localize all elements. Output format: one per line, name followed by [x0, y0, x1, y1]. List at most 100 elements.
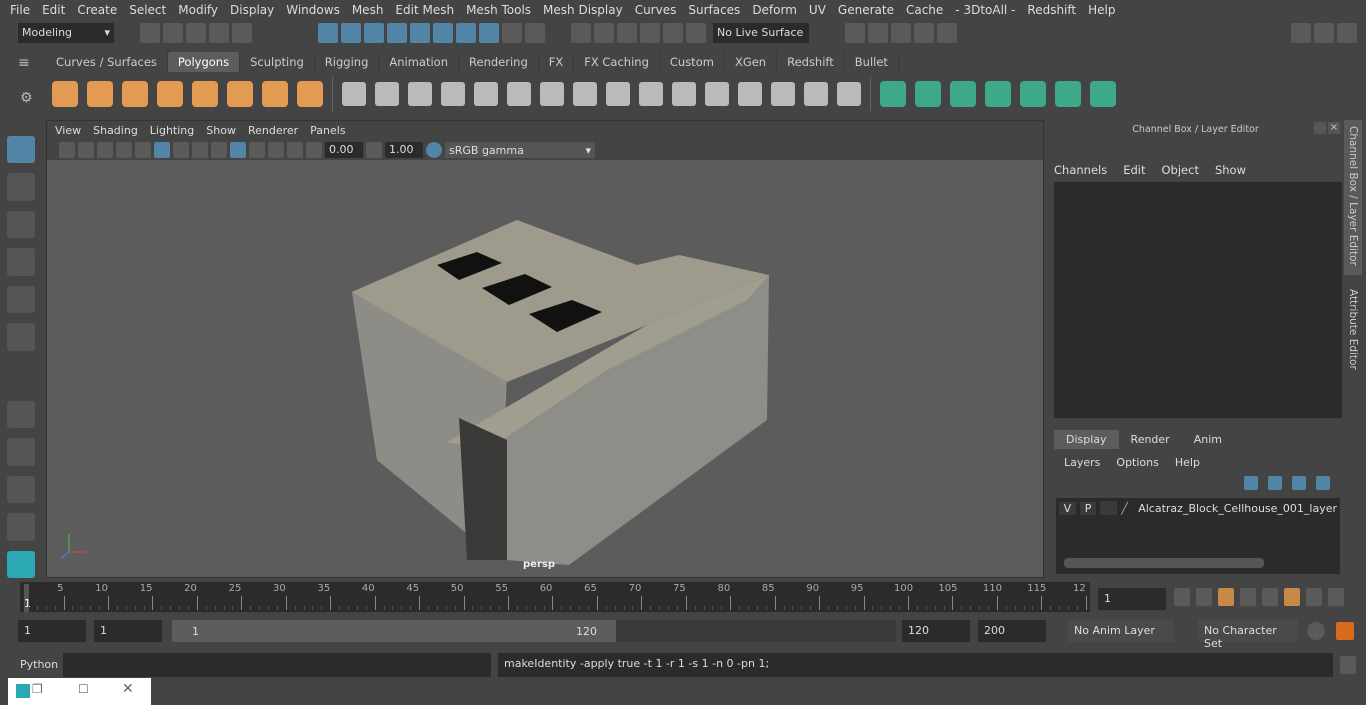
- play-backward-icon[interactable]: [1240, 588, 1256, 606]
- separate-icon[interactable]: [375, 82, 399, 106]
- bookmark-icon[interactable]: [97, 142, 113, 158]
- tab-rendering[interactable]: Rendering: [459, 52, 539, 72]
- select-object-icon[interactable]: [341, 22, 361, 43]
- layer-menu-options[interactable]: Options: [1116, 456, 1158, 469]
- snap-point-icon[interactable]: [617, 22, 637, 43]
- single-perspective-layout-icon[interactable]: [7, 400, 35, 429]
- tab-attribute-editor[interactable]: Attribute Editor: [1344, 283, 1362, 376]
- pipe-icon[interactable]: [297, 81, 323, 107]
- playback-start-field[interactable]: 1: [94, 620, 162, 642]
- tab-anim[interactable]: Anim: [1182, 430, 1234, 449]
- viewport-menu-lighting[interactable]: Lighting: [144, 124, 200, 137]
- edge-loop-icon[interactable]: [705, 82, 729, 106]
- live-surface-field[interactable]: No Live Surface: [713, 22, 809, 43]
- paint-select-tool-icon[interactable]: [7, 210, 35, 239]
- select-hierarchy-icon[interactable]: [318, 22, 338, 43]
- script-editor-icon[interactable]: [1340, 656, 1356, 674]
- tab-custom[interactable]: Custom: [660, 52, 725, 72]
- rotate-tool-icon[interactable]: [7, 285, 35, 314]
- layer-menu-layers[interactable]: Layers: [1064, 456, 1100, 469]
- menu-mesh-display[interactable]: Mesh Display: [537, 3, 629, 17]
- ipr-icon[interactable]: [891, 22, 911, 43]
- uv-editor-icon[interactable]: [880, 81, 906, 107]
- menu-create[interactable]: Create: [71, 3, 123, 17]
- menu-generate[interactable]: Generate: [832, 3, 900, 17]
- tab-fx[interactable]: FX: [539, 52, 575, 72]
- end-time-field[interactable]: 200: [978, 620, 1046, 642]
- anim-layer-dropdown[interactable]: No Anim Layer: [1068, 620, 1174, 642]
- two-pane-layout-icon[interactable]: [7, 475, 35, 504]
- make-live-icon[interactable]: [686, 22, 706, 43]
- lock-icon[interactable]: [502, 22, 522, 43]
- tab-channel-box[interactable]: Channel Box / Layer Editor: [1344, 120, 1362, 275]
- viewport-menu-panels[interactable]: Panels: [304, 124, 351, 137]
- render-view-icon[interactable]: [845, 22, 865, 43]
- command-input[interactable]: [63, 653, 491, 677]
- sidebar-toggle-icon[interactable]: [1314, 22, 1334, 43]
- character-set-dropdown[interactable]: No Character Set: [1198, 620, 1298, 650]
- user-icon[interactable]: [1337, 22, 1357, 43]
- wireframe-icon[interactable]: [154, 142, 170, 158]
- range-slider-handle[interactable]: 1 120: [172, 620, 616, 642]
- menu-uv[interactable]: UV: [803, 3, 832, 17]
- bevel-icon[interactable]: [474, 82, 498, 106]
- shelf-gear-icon[interactable]: ⚙: [20, 90, 33, 106]
- redo-icon[interactable]: [232, 22, 252, 43]
- hypershade-icon[interactable]: [937, 22, 957, 43]
- select-camera-icon[interactable]: [525, 22, 545, 43]
- new-scene-icon[interactable]: [140, 22, 160, 43]
- menu-deform[interactable]: Deform: [746, 3, 803, 17]
- tab-redshift[interactable]: Redshift: [777, 52, 845, 72]
- sphere-icon[interactable]: [52, 81, 78, 107]
- face-mode-icon[interactable]: [410, 22, 430, 43]
- gamma-field[interactable]: 1.00: [385, 142, 423, 158]
- mode-dropdown[interactable]: Modeling ▾: [18, 22, 114, 43]
- snap-grid-icon[interactable]: [571, 22, 591, 43]
- go-to-start-icon[interactable]: [1174, 588, 1190, 606]
- fill-hole-icon[interactable]: [639, 82, 663, 106]
- grid-icon[interactable]: [135, 142, 151, 158]
- channel-menu-channels[interactable]: Channels: [1054, 163, 1107, 177]
- channel-list[interactable]: [1054, 182, 1342, 418]
- scale-tool-icon[interactable]: [7, 323, 35, 351]
- lights-icon[interactable]: [211, 142, 227, 158]
- close-icon[interactable]: ×: [1328, 122, 1340, 134]
- render-icon[interactable]: [868, 22, 888, 43]
- viewport-menu-show[interactable]: Show: [200, 124, 242, 137]
- cube-icon[interactable]: [87, 81, 113, 107]
- command-language-label[interactable]: Python: [20, 658, 58, 671]
- camera-attributes-icon[interactable]: [78, 142, 94, 158]
- help-icon[interactable]: [479, 22, 499, 43]
- multicut-icon[interactable]: [573, 82, 597, 106]
- vertex-mode-icon[interactable]: [387, 22, 407, 43]
- current-frame-field[interactable]: 1: [1098, 588, 1166, 610]
- time-slider[interactable]: 1 5 10 15 20 25 30 35 40 45 50 55 60 65 70 75 80 85 90 95 1…: [20, 582, 1090, 612]
- menu-curves[interactable]: Curves: [629, 3, 683, 17]
- visibility-toggle[interactable]: V: [1059, 501, 1076, 515]
- step-forward-frame-icon[interactable]: [1284, 588, 1300, 606]
- target-weld-icon[interactable]: [771, 82, 795, 106]
- tab-fx-caching[interactable]: FX Caching: [574, 52, 660, 72]
- step-back-key-icon[interactable]: [1196, 588, 1212, 606]
- layer-name[interactable]: Alcatraz_Block_Cellhouse_001_layer: [1138, 502, 1337, 515]
- render-settings-icon[interactable]: [914, 22, 934, 43]
- camera-icon[interactable]: [59, 142, 75, 158]
- viewport-menu-renderer[interactable]: Renderer: [242, 124, 304, 137]
- channel-menu-edit[interactable]: Edit: [1123, 163, 1145, 177]
- close-icon[interactable]: ✕: [122, 681, 134, 697]
- menu-edit-mesh[interactable]: Edit Mesh: [389, 3, 460, 17]
- lasso-tool-icon[interactable]: [7, 173, 35, 201]
- display-type-toggle[interactable]: [1100, 501, 1118, 515]
- horizontal-scrollbar[interactable]: [1064, 558, 1264, 568]
- bridge-icon[interactable]: [540, 82, 564, 106]
- menu-redshift[interactable]: Redshift: [1021, 3, 1082, 17]
- go-to-end-icon[interactable]: [1328, 588, 1344, 606]
- tab-display[interactable]: Display: [1054, 430, 1119, 449]
- move-layer-down-icon[interactable]: [1268, 476, 1282, 490]
- auto-key-icon[interactable]: [1336, 622, 1354, 640]
- select-tool-icon[interactable]: [7, 136, 35, 164]
- tab-bullet[interactable]: Bullet: [845, 52, 899, 72]
- cylinder-icon[interactable]: [122, 81, 148, 107]
- workspace-icon[interactable]: [1291, 22, 1311, 43]
- tab-xgen[interactable]: XGen: [725, 52, 778, 72]
